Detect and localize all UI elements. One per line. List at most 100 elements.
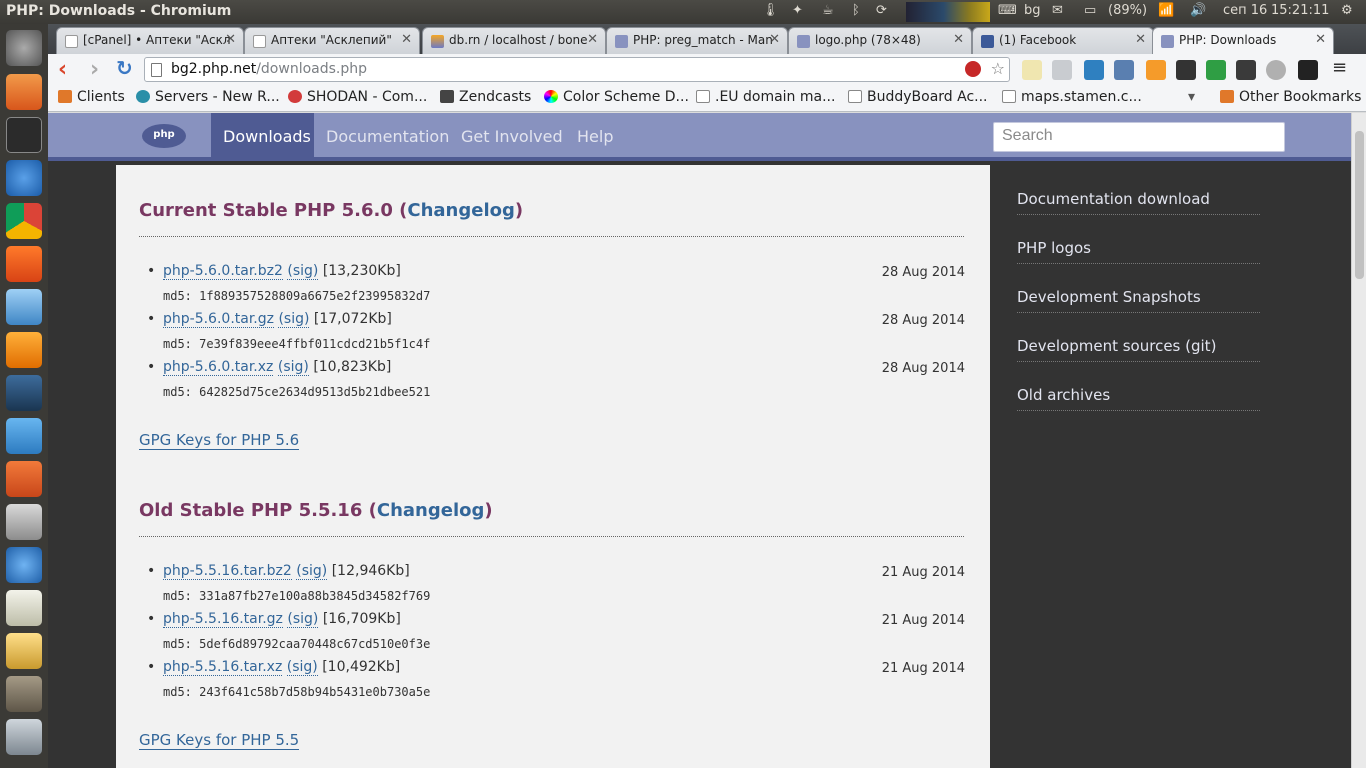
close-icon[interactable]: ✕ bbox=[587, 32, 598, 47]
files-icon[interactable] bbox=[6, 74, 42, 110]
virtualbox-icon[interactable] bbox=[6, 289, 42, 325]
menu-icon[interactable]: ≡ bbox=[1332, 57, 1352, 78]
tab-php-downloads[interactable]: PHP: Downloads ✕ bbox=[1152, 27, 1334, 54]
sig-link[interactable]: (sig) bbox=[287, 611, 319, 628]
vertical-scrollbar[interactable] bbox=[1351, 113, 1366, 768]
download-link[interactable]: php-5.6.0.tar.bz2 bbox=[163, 263, 283, 280]
text-editor-icon[interactable] bbox=[6, 590, 42, 626]
sidebar-development-snapshots[interactable]: Development Snapshots bbox=[1017, 288, 1260, 313]
chromium-icon[interactable] bbox=[6, 160, 42, 196]
gpg-keys-link[interactable]: GPG Keys for PHP 5.5 bbox=[139, 731, 300, 750]
close-icon[interactable]: ✕ bbox=[1135, 32, 1146, 47]
bookmark-eu-domain[interactable]: .EU domain ma... bbox=[696, 89, 835, 105]
sidebar-php-logos[interactable]: PHP logos bbox=[1017, 239, 1260, 264]
rss-icon[interactable] bbox=[1146, 60, 1166, 80]
ghostery-icon[interactable] bbox=[1266, 60, 1286, 80]
avatar-icon[interactable] bbox=[1236, 60, 1256, 80]
download-link[interactable]: php-5.5.16.tar.xz bbox=[163, 659, 283, 676]
tools-icon[interactable] bbox=[6, 504, 42, 540]
sync-icon[interactable]: ⟳ bbox=[876, 3, 887, 18]
sig-link[interactable]: (sig) bbox=[277, 359, 309, 376]
search-app-icon[interactable] bbox=[6, 633, 42, 669]
software-center-icon[interactable] bbox=[6, 461, 42, 497]
changelog-link[interactable]: Changelog bbox=[407, 200, 515, 221]
bookmark-other[interactable]: Other Bookmarks bbox=[1220, 89, 1361, 105]
workspace-icon[interactable] bbox=[6, 719, 42, 755]
gpg-keys-link[interactable]: GPG Keys for PHP 5.6 bbox=[139, 431, 300, 450]
star-icon[interactable]: ☆ bbox=[991, 59, 1005, 78]
nav-documentation[interactable]: Documentation bbox=[326, 113, 449, 161]
type-icon[interactable] bbox=[1298, 60, 1318, 80]
close-icon[interactable]: ✕ bbox=[953, 32, 964, 47]
sig-link[interactable]: (sig) bbox=[278, 311, 310, 328]
close-icon[interactable]: ✕ bbox=[769, 32, 780, 47]
nav-downloads[interactable]: Downloads bbox=[211, 113, 314, 161]
bookmark-servers[interactable]: Servers - New R... bbox=[136, 89, 280, 105]
nav-get-involved[interactable]: Get Involved bbox=[461, 113, 563, 161]
gimp-icon[interactable] bbox=[6, 676, 42, 712]
chevron-down-icon[interactable]: ▾ bbox=[1188, 89, 1195, 105]
mail-icon[interactable]: ✉ bbox=[1052, 3, 1063, 18]
battery-icon[interactable]: ▭ bbox=[1084, 3, 1096, 18]
tab-facebook[interactable]: (1) Facebook ✕ bbox=[972, 27, 1154, 54]
calculator-icon[interactable] bbox=[1052, 60, 1072, 80]
date[interactable]: сеп 16 bbox=[1223, 3, 1267, 18]
tab-cpanel[interactable]: [cPanel] • Аптеки "Аскл ✕ bbox=[56, 27, 244, 54]
reload-icon[interactable]: ↻ bbox=[116, 56, 133, 80]
dropbox-icon[interactable]: ✦ bbox=[792, 3, 803, 18]
sidebar-development-sources[interactable]: Development sources (git) bbox=[1017, 337, 1260, 362]
bookmark-zendcasts[interactable]: Zendcasts bbox=[440, 89, 531, 105]
chrome-icon[interactable] bbox=[6, 203, 42, 239]
close-icon[interactable]: ✕ bbox=[1315, 32, 1326, 47]
dev-tools-icon[interactable] bbox=[1114, 60, 1134, 80]
wifi-icon[interactable]: 📶 bbox=[1158, 3, 1174, 18]
terminal-icon[interactable] bbox=[6, 117, 42, 153]
browser-icon[interactable] bbox=[6, 418, 42, 454]
sig-link[interactable]: (sig) bbox=[296, 563, 328, 580]
address-bar[interactable]: bg2.php.net/downloads.php ☆ bbox=[144, 57, 1010, 82]
download-link[interactable]: php-5.5.16.tar.gz bbox=[163, 611, 283, 628]
notepad-icon[interactable] bbox=[1022, 60, 1042, 80]
bookmark-color-scheme[interactable]: Color Scheme D... bbox=[544, 89, 689, 105]
tab-apteki[interactable]: Аптеки "Асклепий" ✕ bbox=[244, 27, 420, 54]
inkscape-icon[interactable] bbox=[6, 375, 42, 411]
battery-percent[interactable]: (89%) bbox=[1108, 3, 1147, 18]
media-player-icon[interactable] bbox=[6, 547, 42, 583]
tab-phpmyadmin[interactable]: db.rn / localhost / bone ✕ bbox=[422, 27, 606, 54]
settings-icon[interactable]: ⚙ bbox=[1341, 3, 1353, 18]
php-logo[interactable]: php bbox=[142, 124, 186, 148]
keyboard-icon[interactable]: ⌨ bbox=[998, 3, 1017, 18]
sidebar-documentation-download[interactable]: Documentation download bbox=[1017, 190, 1260, 215]
coffee-icon[interactable]: ☕ bbox=[822, 3, 834, 18]
download-link[interactable]: php-5.6.0.tar.gz bbox=[163, 311, 274, 328]
bookmark-clients[interactable]: Clients bbox=[58, 89, 125, 105]
bookmark-shodan[interactable]: SHODAN - Com... bbox=[288, 89, 427, 105]
forward-icon[interactable]: › bbox=[90, 57, 99, 82]
seo-icon[interactable] bbox=[1084, 60, 1104, 80]
search-input[interactable]: Search bbox=[993, 122, 1285, 152]
changelog-link[interactable]: Changelog bbox=[377, 500, 485, 521]
temperature-icon[interactable]: 🌡 bbox=[762, 3, 779, 18]
extension-block-icon[interactable] bbox=[965, 61, 981, 77]
bookmark-buddyboard[interactable]: BuddyBoard Ac... bbox=[848, 89, 988, 105]
bookmark-maps-stamen[interactable]: maps.stamen.c... bbox=[1002, 89, 1142, 105]
sig-link[interactable]: (sig) bbox=[287, 263, 319, 280]
sidebar-old-archives[interactable]: Old archives bbox=[1017, 386, 1260, 411]
download-link[interactable]: php-5.6.0.tar.xz bbox=[163, 359, 274, 376]
clock[interactable]: 15:21:11 bbox=[1271, 3, 1329, 18]
refresh-ext-icon[interactable] bbox=[1206, 60, 1226, 80]
dash-icon[interactable] bbox=[6, 30, 42, 66]
download-link[interactable]: php-5.5.16.tar.bz2 bbox=[163, 563, 292, 580]
nav-help[interactable]: Help bbox=[577, 113, 613, 161]
keyboard-layout[interactable]: bg bbox=[1024, 3, 1041, 18]
close-icon[interactable]: ✕ bbox=[225, 32, 236, 47]
bluetooth-icon[interactable]: ᛒ bbox=[852, 3, 860, 18]
mail-app-icon[interactable] bbox=[6, 246, 42, 282]
volume-icon[interactable]: 🔊 bbox=[1190, 3, 1206, 18]
system-settings-icon[interactable] bbox=[6, 332, 42, 368]
octocat-icon[interactable] bbox=[1176, 60, 1196, 80]
sig-link[interactable]: (sig) bbox=[286, 659, 318, 676]
tab-logo-php[interactable]: logo.php (78×48) ✕ bbox=[788, 27, 972, 54]
back-icon[interactable]: ‹ bbox=[58, 57, 67, 82]
tab-preg-match[interactable]: PHP: preg_match - Man ✕ bbox=[606, 27, 788, 54]
